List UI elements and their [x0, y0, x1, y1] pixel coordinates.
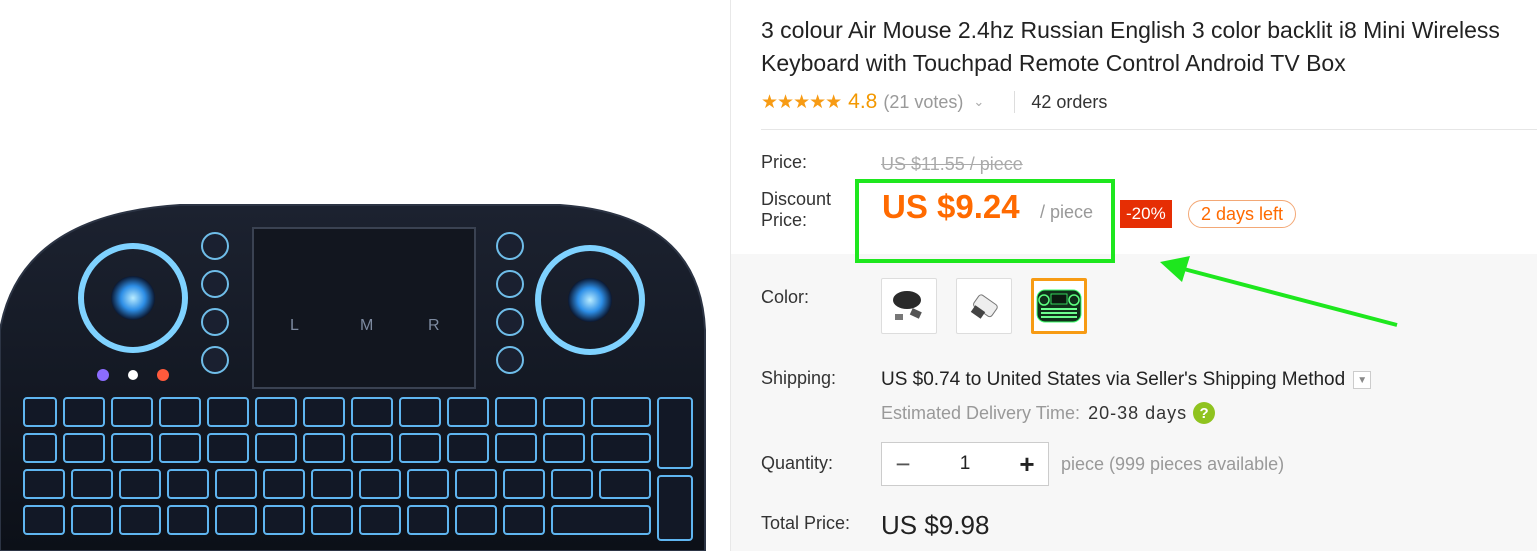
- price-label: Price:: [761, 152, 808, 172]
- product-title-line-2: Keyboard with Touchpad Remote Control An…: [761, 50, 1346, 76]
- shipping-via: via Seller's Shipping Method: [1106, 369, 1346, 390]
- color-option-green-backlit[interactable]: [1031, 278, 1087, 334]
- shipping-cost: US $0.74: [881, 369, 961, 390]
- quantity-available: piece (999 pieces available): [1061, 454, 1285, 474]
- svg-text:L: L: [290, 317, 299, 334]
- orders-count: 42 orders: [1031, 91, 1108, 112]
- svg-text:M: M: [360, 317, 373, 334]
- shipping-method-selector[interactable]: US $0.74 to United States via Seller's S…: [881, 369, 1372, 391]
- quantity-input[interactable]: 1: [924, 443, 1006, 485]
- annotation-arrow-icon: [1160, 256, 1398, 327]
- title-divider: [761, 129, 1537, 130]
- color-option-white[interactable]: [956, 278, 1012, 334]
- product-title: 3 colour Air Mouse 2.4hz Russian English…: [761, 14, 1537, 80]
- discount-price-label: Discount Price:: [761, 189, 831, 231]
- rating-separator: [1014, 91, 1016, 113]
- help-question-icon[interactable]: ?: [1193, 402, 1216, 424]
- product-details-panel: 3 colour Air Mouse 2.4hz Russian English…: [731, 0, 1537, 551]
- keyboard-product-image: L M R: [0, 204, 706, 551]
- discount-label-line-2: Price:: [761, 210, 808, 230]
- increase-quantity-button[interactable]: +: [1006, 443, 1048, 485]
- product-title-line-1: 3 colour Air Mouse 2.4hz Russian English…: [761, 17, 1500, 43]
- dropdown-arrow-icon[interactable]: ▼: [1353, 371, 1372, 389]
- original-price: US $11.55 / piece: [881, 154, 1023, 174]
- total-price-value: US $9.98: [881, 510, 990, 540]
- usb-receiver-thumbnail: [970, 294, 998, 319]
- color-option-black[interactable]: [881, 278, 937, 334]
- estimated-delivery: Estimated Delivery Time: 20-38 days ?: [881, 402, 1216, 424]
- discount-highlight-box: [855, 179, 1115, 263]
- chevron-down-icon[interactable]: ⌄: [973, 94, 984, 110]
- decrease-quantity-button[interactable]: −: [882, 443, 924, 485]
- rating-row: ★★★★★ 4.8 (21 votes) ⌄ 42 orders: [761, 88, 1107, 116]
- quantity-label: Quantity:: [761, 453, 834, 473]
- green-keyboard-thumbnail: [1036, 289, 1082, 323]
- quantity-stepper: − 1 +: [881, 442, 1049, 486]
- votes-link[interactable]: (21 votes): [883, 92, 963, 113]
- svg-text:R: R: [428, 317, 440, 334]
- total-price-label: Total Price:: [761, 513, 851, 533]
- shipping-to: to: [965, 369, 982, 390]
- eta-value: 20-38 days: [1088, 402, 1188, 423]
- black-receiver-thumbnail: [893, 291, 922, 320]
- time-left-badge: 2 days left: [1188, 200, 1297, 228]
- shipping-label: Shipping:: [761, 368, 837, 388]
- star-rating-icons: ★★★★★: [761, 91, 842, 113]
- color-label: Color:: [761, 287, 810, 307]
- rating-value: 4.8: [848, 90, 878, 113]
- product-main-image[interactable]: L M R: [0, 0, 730, 551]
- discount-percent-badge: -20%: [1120, 200, 1172, 228]
- shipping-destination: United States: [986, 369, 1101, 390]
- discount-label-line-1: Discount: [761, 189, 832, 209]
- eta-label: Estimated Delivery Time:: [881, 402, 1081, 423]
